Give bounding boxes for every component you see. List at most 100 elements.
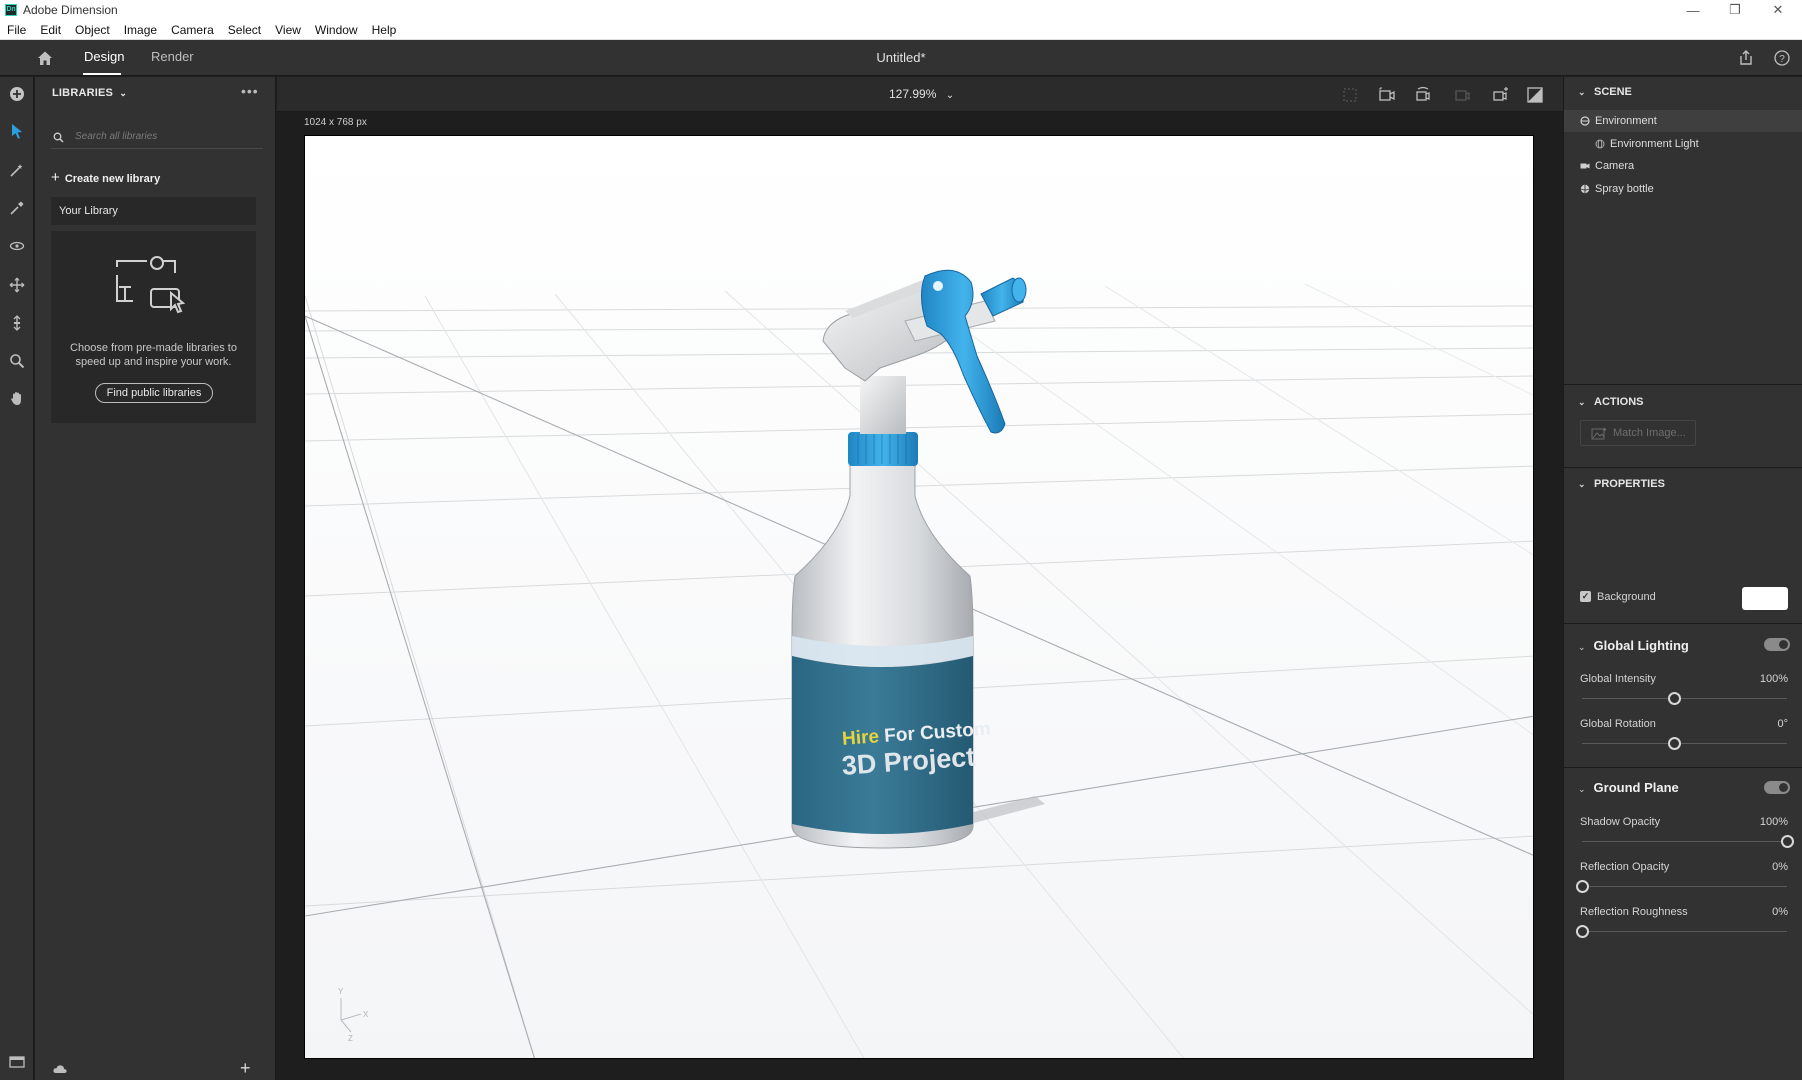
reflection-opacity-label: Reflection Opacity [1580,861,1670,873]
axis-y-label: Y [338,987,344,996]
dolly-icon[interactable] [7,313,27,333]
tab-design[interactable]: Design [84,49,124,64]
shadow-opacity-value: 100% [1759,816,1788,828]
plus-icon: + [51,169,60,186]
find-public-libraries-button[interactable]: Find public libraries [95,383,213,403]
global-rotation-label: Global Rotation [1580,718,1656,730]
match-image-button[interactable]: Match Image... [1580,420,1696,446]
global-lighting-toggle[interactable] [1764,638,1790,651]
library-search-input[interactable]: Search all libraries [51,127,263,149]
panel-toggle-icon[interactable] [7,1052,27,1072]
global-rotation-slider[interactable] [1582,737,1787,750]
scene-item-environment-light[interactable]: Environment Light [1564,133,1802,155]
properties-section-header[interactable]: ⌄ PROPERTIES [1578,478,1665,490]
canvas-toolbar: 127.99% ⌄ [277,77,1563,112]
background-color-swatch[interactable] [1742,587,1788,610]
magic-wand-icon[interactable] [7,160,27,180]
scene-item-environment[interactable]: Environment [1564,110,1802,132]
actions-heading: ACTIONS [1594,396,1644,408]
chevron-down-icon: ⌄ [1578,87,1586,97]
menu-camera[interactable]: Camera [164,23,221,37]
home-icon[interactable] [36,49,54,67]
add-library-item-icon[interactable]: + [240,1058,251,1079]
menu-window[interactable]: Window [308,23,365,37]
slider-thumb[interactable] [1668,737,1682,750]
pan-icon[interactable] [7,275,27,295]
globe-icon [1595,139,1605,149]
scene-item-label: Environment [1595,115,1657,127]
chevron-down-icon: ⌄ [945,90,955,101]
actions-section-header[interactable]: ⌄ ACTIONS [1578,396,1644,408]
select-icon[interactable] [7,121,27,141]
ground-plane-toggle[interactable] [1764,781,1790,794]
tab-render[interactable]: Render [151,49,194,64]
slider-thumb[interactable] [1668,692,1682,705]
global-lighting-section-header[interactable]: ⌄ Global Lighting [1578,638,1689,653]
hand-icon[interactable] [7,388,27,408]
zoom-level: 127.99% [889,87,937,101]
minimize-icon[interactable]: — [1673,0,1713,20]
menu-bar: File Edit Object Image Camera Select Vie… [0,20,1802,40]
menu-edit[interactable]: Edit [33,23,68,37]
scene-render: Hire For Custom 3D Project Y X Z [305,136,1533,1058]
ground-plane-section-header[interactable]: ⌄ Ground Plane [1578,780,1679,795]
create-library-button[interactable]: + Create new library [51,169,160,186]
menu-file[interactable]: File [0,23,33,37]
3d-viewport[interactable]: Hire For Custom 3D Project Y X Z [304,135,1534,1059]
ground-plane-title: Ground Plane [1593,780,1679,795]
orbit-icon[interactable] [7,236,27,256]
background-checkbox[interactable]: ✓ [1580,591,1591,602]
camera-bookmark-icon[interactable] [1452,85,1472,105]
restore-icon[interactable]: ❐ [1715,0,1755,20]
add-icon[interactable] [7,84,27,104]
scene-heading: SCENE [1594,86,1632,98]
camera-orbit-icon[interactable] [1413,85,1433,105]
reflection-roughness-slider[interactable] [1576,925,1787,938]
menu-image[interactable]: Image [117,23,164,37]
zoom-icon[interactable] [7,351,27,371]
reflection-roughness-label: Reflection Roughness [1580,906,1688,918]
help-icon[interactable]: ? [1772,48,1792,68]
close-icon[interactable]: ✕ [1758,0,1798,20]
camera-frame-icon[interactable] [1377,85,1397,105]
library-empty-state: Choose from pre-made libraries to speed … [51,231,256,423]
chevron-down-icon: ⌄ [119,88,128,98]
scene-item-spray-bottle[interactable]: Spray bottle [1564,178,1802,200]
more-options-icon[interactable]: ••• [241,83,259,99]
canvas-area: 127.99% ⌄ 1024 x 768 px Hire For Custom … [277,77,1563,1080]
your-library-item[interactable]: Your Library [51,197,256,225]
slider-thumb[interactable] [1781,835,1794,848]
slider-thumb[interactable] [1576,925,1589,938]
slider-thumb[interactable] [1576,880,1589,893]
shadow-opacity-slider[interactable] [1582,835,1794,848]
cloud-sync-icon[interactable] [52,1062,68,1076]
menu-help[interactable]: Help [365,23,404,37]
scene-section-header[interactable]: ⌄ SCENE [1578,86,1632,98]
reflection-opacity-slider[interactable] [1576,880,1787,893]
camera-add-icon[interactable] [1490,85,1510,105]
reflection-opacity-value: 0% [1772,861,1788,873]
properties-panel: ⌄ SCENE Environment Environment Light Cam… [1563,77,1802,1080]
section-divider [1564,467,1802,468]
search-placeholder: Search all libraries [75,131,158,142]
svg-text:?: ? [1779,54,1785,65]
menu-view[interactable]: View [268,23,308,37]
reflection-roughness-value: 0% [1772,906,1788,918]
background-label: Background [1597,591,1656,603]
zoom-dropdown[interactable]: 127.99% ⌄ [889,87,954,101]
menu-object[interactable]: Object [68,23,117,37]
axis-z-label: Z [348,1034,353,1043]
global-intensity-slider[interactable] [1582,692,1787,705]
chevron-down-icon: ⌄ [1578,479,1586,489]
frame-select-icon[interactable] [1340,85,1360,105]
scene-item-label: Environment Light [1610,138,1699,150]
app-header: Design Render Untitled* ? [0,40,1802,76]
libraries-dropdown[interactable]: LIBRARIES ⌄ [52,87,127,99]
eyedropper-icon[interactable] [7,198,27,218]
scene-item-camera[interactable]: Camera [1564,155,1802,177]
scene-item-label: Spray bottle [1595,183,1654,195]
menu-select[interactable]: Select [221,23,268,37]
render-preview-icon[interactable] [1525,85,1545,105]
image-icon [1591,428,1606,440]
share-icon[interactable] [1736,48,1756,68]
